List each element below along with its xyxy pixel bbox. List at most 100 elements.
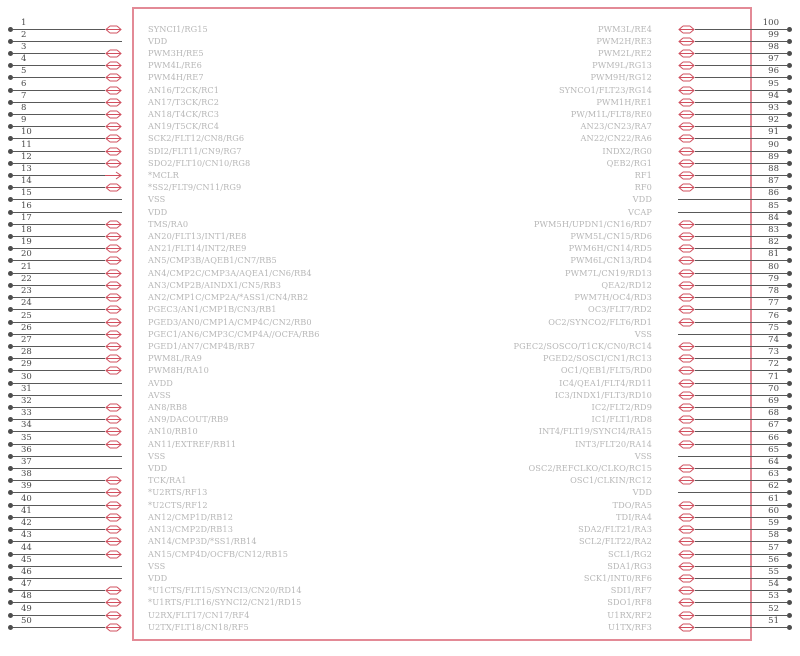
bidirectional-arrow-icon: [678, 550, 695, 559]
bidirectional-arrow-icon: [105, 220, 122, 229]
pin-label: AN19/T5CK/RC4: [148, 121, 220, 132]
pin-number: 68: [768, 408, 779, 419]
pin-terminal-dot: [787, 38, 792, 44]
pin-terminal-dot: [787, 246, 792, 252]
pin-label: VDD: [632, 194, 652, 205]
bidirectional-arrow-icon: [105, 403, 122, 412]
pin-number: 6: [21, 78, 27, 89]
pin-label: PWM1H/RE1: [596, 96, 652, 107]
bidirectional-arrow-icon: [678, 391, 695, 400]
pin-row[interactable]: 6 AN16/T2CK/RC1: [8, 80, 219, 96]
bidirectional-arrow-icon: [678, 269, 695, 278]
pin-row[interactable]: 1 SYNCI1/RG15: [8, 18, 208, 35]
pin-terminal-dot: [787, 466, 792, 472]
pin-number: 11: [21, 139, 32, 150]
pin-terminal-dot: [787, 563, 792, 569]
pin-terminal-dot: [787, 514, 792, 520]
bidirectional-arrow-icon: [105, 427, 122, 436]
pin-label: AN2/CMP1C/CMP2A/*ASS1/CN4/RB2: [148, 292, 309, 303]
pin-lead-line: [13, 40, 122, 42]
pin-lead-line: [13, 65, 105, 67]
bidirectional-arrow-icon: [105, 159, 122, 168]
pin-number: 22: [21, 273, 32, 284]
pin-row[interactable]: 3 PWM3H/RE5: [8, 43, 204, 59]
pin-terminal-dot: [787, 429, 792, 435]
pin-number: 91: [768, 127, 779, 138]
pin-number: 74: [768, 334, 779, 345]
pin-number: 97: [768, 54, 779, 65]
bidirectional-arrow-icon: [678, 171, 695, 180]
pin-number: 41: [21, 505, 32, 516]
pin-row[interactable]: 5 PWM4H/RE7: [8, 67, 204, 83]
pin-label: SDA2/FLT21/RA3: [578, 524, 652, 535]
bidirectional-arrow-icon: [105, 623, 122, 632]
bidirectional-arrow-icon: [678, 73, 695, 82]
pin-number: 36: [21, 444, 32, 455]
pin-number: 30: [21, 371, 32, 382]
pin-terminal-dot: [787, 63, 792, 69]
pin-number: 47: [21, 579, 32, 590]
pin-lead-line: [13, 113, 105, 115]
pin-label: AN23/CN23/RA7: [580, 121, 652, 132]
pin-number: 100: [762, 17, 779, 28]
pin-label: VDD: [148, 206, 168, 217]
pin-number: 43: [21, 530, 32, 541]
pin-label: AN8/RB8: [148, 402, 188, 412]
pin-label: AN21/FLT14/INT2/RE9: [148, 243, 247, 254]
pin-terminal-dot: [787, 148, 792, 154]
pin-label: VDD: [148, 35, 168, 46]
pin-terminal-dot: [787, 197, 792, 203]
bidirectional-arrow-icon: [105, 550, 122, 559]
bidirectional-arrow-icon: [678, 256, 695, 265]
pin-terminal-dot: [787, 99, 792, 105]
pin-number: 5: [21, 66, 27, 77]
pin-row[interactable]: 7 AN17/T3CK/RC2: [8, 92, 219, 108]
pin-number: 95: [768, 78, 779, 89]
pin-terminal-dot: [787, 319, 792, 325]
pin-row[interactable]: 2 VDD: [8, 31, 167, 47]
pin-row[interactable]: 8 AN18/T4CK/RC3: [8, 104, 219, 120]
pin-label: VDD: [632, 487, 652, 498]
pin-row[interactable]: 50 U2TX/FLT18/CN18/RF5: [8, 617, 249, 633]
pin-number: 26: [21, 322, 32, 333]
pin-terminal-dot: [787, 185, 792, 191]
pin-label: RF0: [634, 182, 652, 193]
pin-label: TCK/RA1: [148, 475, 187, 486]
pin-terminal-dot: [787, 136, 792, 142]
bidirectional-arrow-icon: [105, 98, 122, 107]
pin-terminal-dot: [787, 234, 792, 240]
pin-number: 38: [21, 469, 32, 480]
pin-number: 3: [21, 41, 27, 52]
pin-label: VSS: [634, 450, 652, 461]
bidirectional-arrow-icon: [105, 488, 122, 497]
bidirectional-arrow-icon: [105, 305, 122, 314]
pin-label: PWM8L/RA9: [148, 353, 202, 364]
bidirectional-arrow-icon: [678, 611, 695, 620]
bidirectional-arrow-icon: [678, 623, 695, 632]
bidirectional-arrow-icon: [678, 354, 695, 363]
pin-label: OSC1/CLKIN/RC12: [570, 475, 652, 486]
pin-label: PWM7H/OC4/RD3: [574, 292, 652, 303]
pin-label: AN13/CMP2D/RB13: [148, 524, 234, 535]
pin-label: U1RX/RF2: [607, 609, 652, 620]
pin-row[interactable]: 51 U1TX/RF3: [608, 617, 792, 633]
bidirectional-arrow-icon: [105, 513, 122, 522]
pin-label: VCAP: [628, 206, 652, 217]
pin-label: SDO2/FLT10/CN10/RG8: [148, 157, 251, 168]
pin-label: AN11/EXTREF/RB11: [148, 438, 237, 449]
pin-terminal-dot: [787, 331, 792, 337]
bidirectional-arrow-icon: [678, 37, 695, 46]
input-arrow-icon: [105, 171, 122, 180]
pin-row[interactable]: 4 PWM4L/RE6: [8, 55, 202, 71]
pin-terminal-dot: [787, 270, 792, 276]
pin-number: 78: [768, 286, 779, 297]
pin-number: 21: [21, 261, 32, 272]
bidirectional-arrow-icon: [678, 440, 695, 449]
pin-number: 64: [768, 457, 779, 468]
pin-number: 17: [21, 212, 32, 223]
pin-label: PGED3/AN0/CMP1A/CMP4C/CN2/RB0: [148, 316, 312, 327]
pin-number: 86: [768, 188, 779, 199]
bidirectional-arrow-icon: [678, 562, 695, 571]
pin-label: OC2/SYNCO2/FLT6/RD1: [548, 316, 652, 327]
bidirectional-arrow-icon: [678, 49, 695, 58]
